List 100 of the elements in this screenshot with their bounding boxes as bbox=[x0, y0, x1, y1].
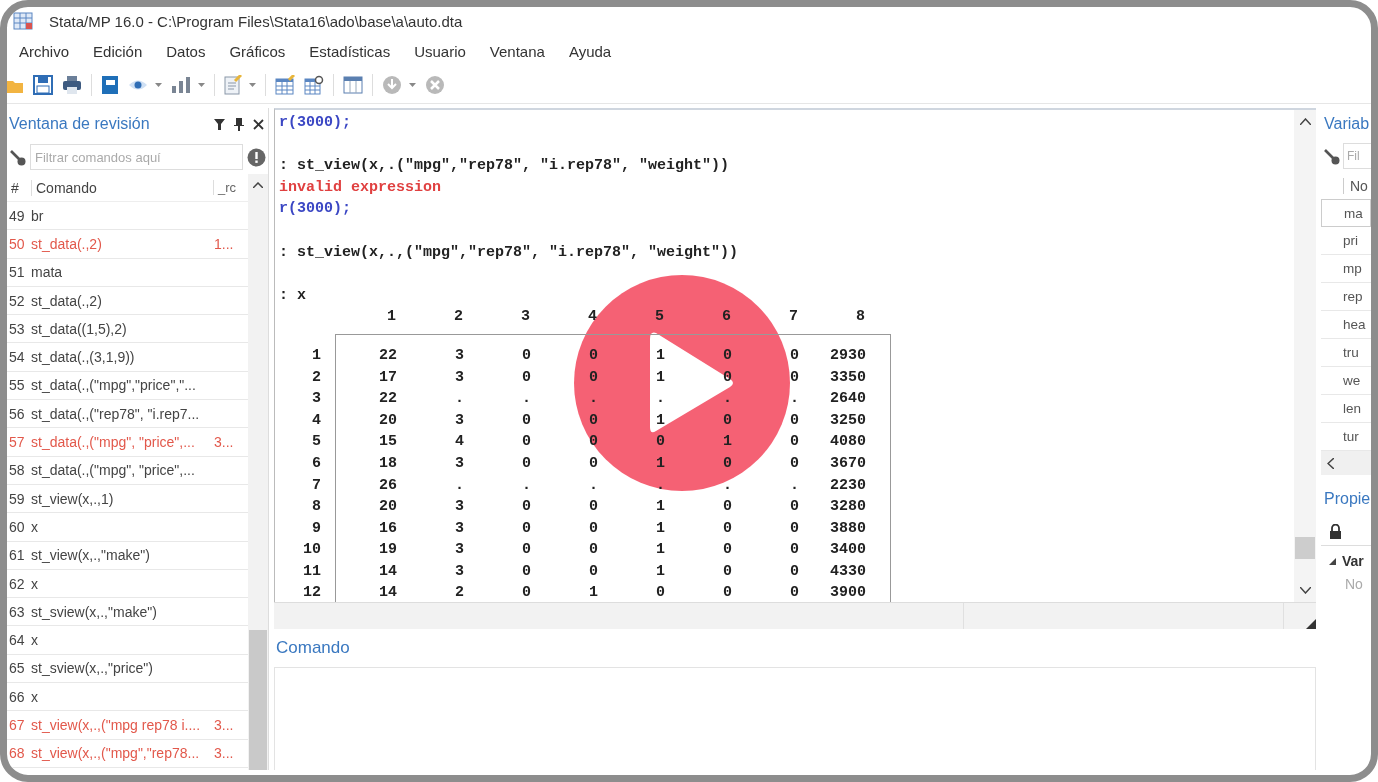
horizontal-scrollbar[interactable] bbox=[274, 602, 1316, 629]
matrix-cell-text: 3 bbox=[454, 345, 465, 366]
menu-item[interactable]: Ventana bbox=[477, 42, 557, 60]
matrix-cell-text: 0 bbox=[789, 432, 800, 453]
section-title: Var bbox=[1342, 553, 1364, 569]
matrix-cell-text: 17 bbox=[378, 367, 398, 388]
collapse-triangle-icon[interactable] bbox=[1329, 557, 1336, 565]
menu-item[interactable]: Ayuda bbox=[556, 42, 624, 60]
notebook-icon[interactable] bbox=[101, 75, 119, 95]
matrix-cell-text: 0 bbox=[722, 583, 733, 602]
variable-item[interactable]: we bbox=[1321, 367, 1371, 395]
table-search-icon[interactable] bbox=[304, 75, 324, 95]
command-text: st_data(.,("rep78", "i.rep7... bbox=[31, 405, 201, 422]
matrix-cell-text: 0 bbox=[588, 561, 599, 582]
row-number: 65 bbox=[8, 660, 26, 677]
table-icon[interactable] bbox=[343, 76, 363, 94]
matrix-cell-text: 0 bbox=[722, 518, 733, 539]
save-icon[interactable] bbox=[33, 75, 53, 95]
caret-icon[interactable] bbox=[249, 83, 256, 87]
row-number: 68 bbox=[8, 745, 26, 762]
matrix-cell-text: 0 bbox=[521, 367, 532, 388]
command-text: st_data(.,2) bbox=[31, 292, 103, 309]
row-label: 3 bbox=[311, 389, 322, 410]
matrix-cell-text: 0 bbox=[588, 345, 599, 366]
command-input[interactable] bbox=[274, 667, 1316, 770]
panel-title: Propie bbox=[1323, 489, 1371, 509]
column-header[interactable]: No bbox=[1343, 177, 1368, 194]
matrix-cell-text: 0 bbox=[789, 367, 800, 388]
row-label: 7 bbox=[311, 475, 322, 496]
scroll-down-icon[interactable] bbox=[1299, 587, 1311, 594]
scroll-left-icon[interactable] bbox=[1327, 457, 1334, 469]
column-label: 3 bbox=[520, 307, 531, 328]
matrix-cell-text: 0 bbox=[588, 540, 599, 561]
command-text: st_data((1,5),2) bbox=[31, 320, 128, 337]
variable-item[interactable]: pri bbox=[1321, 227, 1371, 255]
matrix-cell-text: 15 bbox=[378, 432, 398, 453]
matrix-cell-text: 16 bbox=[378, 518, 398, 539]
caret-icon[interactable] bbox=[198, 83, 205, 87]
row-number: 59 bbox=[8, 490, 26, 507]
return-code: 3... bbox=[214, 434, 235, 450]
variable-item[interactable]: rep bbox=[1321, 283, 1371, 311]
variable-item[interactable]: tru bbox=[1321, 339, 1371, 367]
matrix-cell-text: . bbox=[655, 389, 666, 410]
variable-item[interactable]: hea bbox=[1321, 311, 1371, 339]
matrix-cell-text: 0 bbox=[722, 561, 733, 582]
table-edit-icon[interactable] bbox=[275, 75, 295, 95]
row-number: 52 bbox=[8, 292, 26, 309]
column-header[interactable]: Comando bbox=[31, 179, 213, 196]
matrix-cell-text: . bbox=[722, 389, 733, 410]
filter-field[interactable]: Filtrar comandos aquí bbox=[30, 144, 243, 170]
horizontal-scrollbar[interactable] bbox=[1321, 451, 1371, 475]
row-number: 64 bbox=[8, 632, 26, 649]
menu-item[interactable]: Gráficos bbox=[217, 42, 298, 60]
info-icon[interactable] bbox=[247, 147, 266, 167]
scrollbar-thumb[interactable] bbox=[249, 630, 267, 770]
menu-item[interactable]: Edición bbox=[81, 42, 155, 60]
caret-icon[interactable] bbox=[409, 83, 416, 87]
menu-item[interactable]: Datos bbox=[154, 42, 218, 60]
matrix-cell-text: 4080 bbox=[829, 432, 867, 453]
menu-item[interactable]: Usuario bbox=[402, 42, 478, 60]
matrix-cell-text: 1 bbox=[655, 561, 666, 582]
scrollbar-thumb[interactable] bbox=[1295, 537, 1315, 559]
column-header[interactable]: # bbox=[7, 179, 31, 196]
row-label: 9 bbox=[311, 518, 322, 539]
variable-item[interactable]: mp bbox=[1321, 255, 1371, 283]
lock-icon[interactable] bbox=[1329, 523, 1342, 539]
matrix-cell-text: 3 bbox=[454, 561, 465, 582]
matrix-cell-text: . bbox=[521, 389, 532, 410]
command-text: st_view(x,.,1) bbox=[31, 490, 115, 507]
variable-item[interactable]: ma bbox=[1321, 199, 1371, 227]
pin-icon[interactable] bbox=[234, 117, 244, 131]
matrix-cell-text: 3 bbox=[454, 453, 465, 474]
close-icon[interactable] bbox=[253, 118, 264, 130]
property-label: No bbox=[1344, 576, 1364, 594]
matrix-cell-text: . bbox=[588, 389, 599, 410]
command-text: st_view(x,.,("mpg","rep78... bbox=[31, 745, 201, 762]
menu-item[interactable]: Estadísticas bbox=[297, 42, 403, 60]
filter-icon[interactable] bbox=[214, 118, 225, 130]
eye-icon[interactable] bbox=[128, 79, 148, 91]
scroll-up-icon[interactable] bbox=[253, 182, 263, 188]
caret-icon[interactable] bbox=[155, 83, 162, 87]
matrix-cell-text: 22 bbox=[378, 345, 398, 366]
command-text: br bbox=[31, 207, 45, 224]
command-text: st_view(x,.,("mpg rep78 i.... bbox=[31, 717, 202, 733]
bar-chart-icon[interactable] bbox=[171, 77, 191, 93]
filter-field[interactable]: Fil bbox=[1343, 143, 1371, 169]
scroll-up-icon[interactable] bbox=[1299, 118, 1311, 125]
command-text: mata bbox=[31, 264, 64, 281]
print-icon[interactable] bbox=[62, 76, 82, 94]
matrix-cell-text: 0 bbox=[722, 410, 733, 431]
matrix-cell-text: 0 bbox=[521, 583, 532, 602]
matrix-cell-text: 1 bbox=[655, 540, 666, 561]
variable-item[interactable]: len bbox=[1321, 395, 1371, 423]
matrix-cell-text: 3400 bbox=[829, 540, 867, 561]
row-label: 1 bbox=[311, 345, 322, 366]
matrix-cell-text: 3 bbox=[454, 497, 465, 518]
output-line: invalid expression bbox=[279, 177, 442, 198]
resize-grip-icon[interactable] bbox=[1306, 619, 1316, 629]
command-text: x bbox=[31, 575, 39, 592]
menu-item[interactable]: Archivo bbox=[7, 42, 82, 60]
